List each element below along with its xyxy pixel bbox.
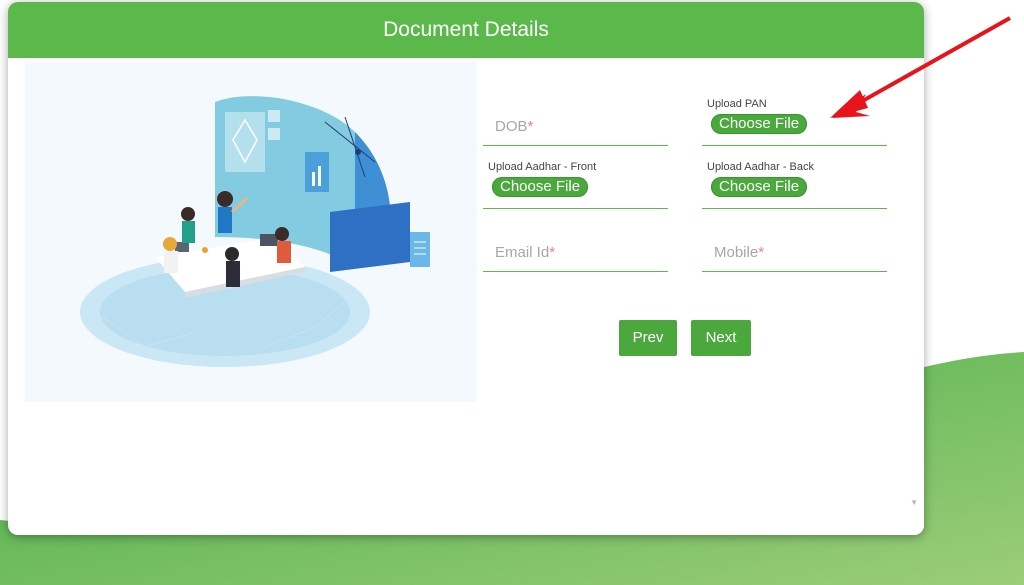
next-button[interactable]: Next: [691, 320, 751, 356]
aadhar-front-choose-file-button[interactable]: Choose File: [492, 177, 589, 197]
prev-button[interactable]: Prev: [619, 320, 677, 356]
aadhar-back-label: Upload Aadhar - Back: [707, 161, 815, 173]
team-meeting-illustration: [25, 62, 477, 402]
scrollbar[interactable]: ▼: [906, 58, 924, 535]
dob-field[interactable]: DOB*: [483, 98, 668, 146]
aadhar-back-choose-file-button[interactable]: Choose File: [711, 177, 808, 197]
aadhar-back-field: Upload Aadhar - Back Choose File: [702, 161, 887, 209]
document-details-card: Document Details DOB* Upload PAN Choose …: [8, 2, 924, 535]
mobile-field[interactable]: Mobile*: [702, 224, 887, 272]
aadhar-front-label: Upload Aadhar - Front: [488, 161, 597, 173]
scroll-down-arrow-icon[interactable]: ▼: [910, 498, 918, 507]
upload-pan-choose-file-button[interactable]: Choose File: [711, 114, 808, 134]
red-arrow-icon: [830, 16, 1011, 118]
card-header: Document Details: [8, 2, 924, 58]
aadhar-front-field: Upload Aadhar - Front Choose File: [483, 161, 668, 209]
email-placeholder: Email Id*: [495, 244, 556, 261]
page-title: Document Details: [383, 18, 549, 41]
email-field[interactable]: Email Id*: [483, 224, 668, 272]
dob-placeholder: DOB*: [495, 118, 534, 135]
upload-pan-label: Upload PAN: [707, 98, 767, 110]
mobile-placeholder: Mobile*: [714, 244, 765, 261]
